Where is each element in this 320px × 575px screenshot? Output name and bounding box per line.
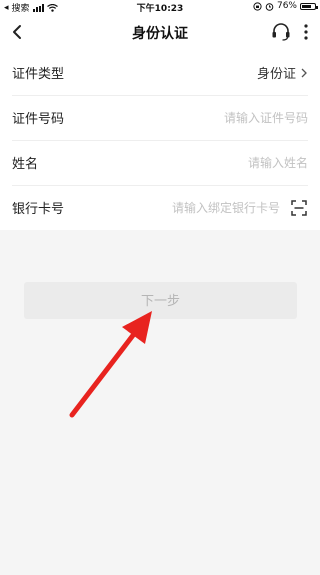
- nav-bar: 身份认证: [0, 14, 320, 50]
- customer-service-headset-icon[interactable]: [270, 22, 292, 42]
- back-arrow-icon[interactable]: [8, 20, 28, 44]
- bank-card-input[interactable]: [110, 200, 280, 215]
- annotation-arrow-shaft: [69, 331, 137, 418]
- more-options-icon[interactable]: [300, 22, 312, 42]
- id-number-input[interactable]: [138, 110, 308, 125]
- id-type-select[interactable]: 身份证: [257, 63, 308, 82]
- chevron-right-icon: [301, 68, 307, 77]
- alarm-clock-icon: [265, 2, 274, 11]
- identity-form: 证件类型 身份证 证件号码 姓名 银行卡号: [0, 50, 320, 230]
- status-right: 76%: [253, 1, 318, 11]
- name-label: 姓名: [12, 157, 39, 172]
- bank-card-label: 银行卡号: [12, 202, 65, 217]
- battery-fill: [302, 4, 312, 8]
- bank-card-row: 银行卡号: [0, 185, 320, 230]
- status-bar: ◂ 搜索 下午10:23 76%: [0, 0, 320, 14]
- battery-icon: [300, 2, 318, 10]
- scan-card-icon[interactable]: [290, 199, 308, 217]
- bank-card-field: [110, 199, 308, 217]
- name-row: 姓名: [0, 140, 320, 185]
- id-type-label: 证件类型: [12, 67, 65, 82]
- battery-percent: 76%: [276, 1, 297, 11]
- id-type-value: 身份证: [256, 67, 296, 82]
- id-number-row: 证件号码: [0, 95, 320, 140]
- id-number-label: 证件号码: [12, 112, 65, 127]
- next-step-button[interactable]: 下一步: [24, 282, 297, 319]
- id-type-row[interactable]: 证件类型 身份证: [0, 50, 320, 95]
- orientation-lock-icon: [253, 1, 262, 11]
- name-input[interactable]: [138, 155, 308, 170]
